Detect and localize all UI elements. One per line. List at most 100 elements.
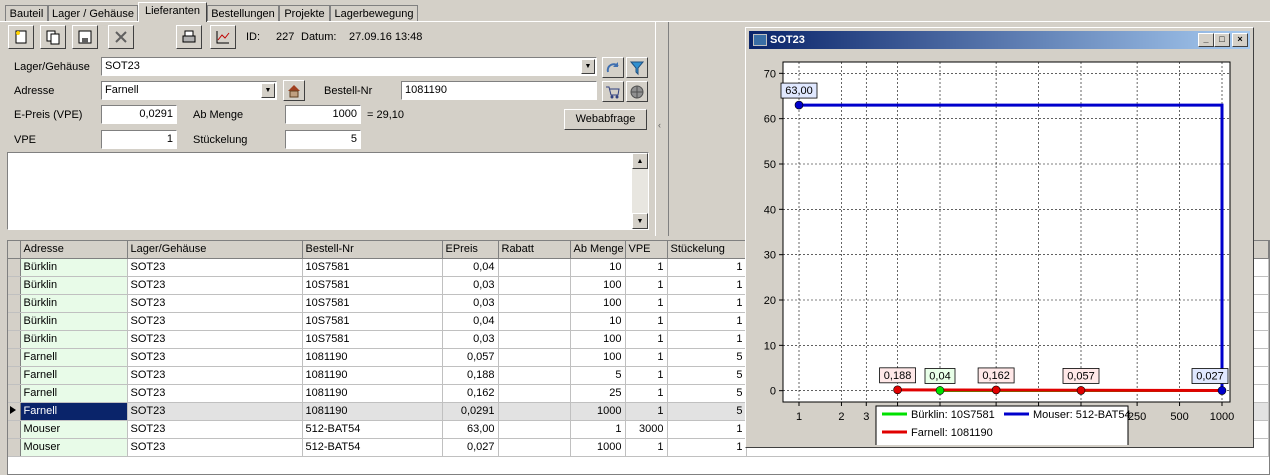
cell-stueckelung[interactable]: 1 xyxy=(667,420,747,439)
cell-epreis[interactable]: 0,027 xyxy=(442,438,499,457)
cell-vpe[interactable]: 1 xyxy=(625,276,668,295)
column-header-vpe[interactable]: VPE xyxy=(625,241,668,259)
lager-combobox[interactable]: SOT23 ▼ xyxy=(101,57,597,76)
cell-stueckelung[interactable]: 1 xyxy=(667,258,747,277)
cell-rabatt[interactable] xyxy=(498,348,571,367)
cell-stueckelung[interactable]: 5 xyxy=(667,348,747,367)
cell-abmenge[interactable]: 5 xyxy=(570,366,626,385)
cell-adresse[interactable]: Mouser xyxy=(20,420,128,439)
cell-vpe[interactable]: 1 xyxy=(625,402,668,421)
cell-rabatt[interactable] xyxy=(498,402,571,421)
row-indicator[interactable] xyxy=(8,330,21,349)
cell-bestellnr[interactable]: 1081190 xyxy=(302,366,443,385)
cell-adresse[interactable]: Farnell xyxy=(20,366,128,385)
cell-stueckelung[interactable]: 1 xyxy=(667,330,747,349)
cell-vpe[interactable]: 1 xyxy=(625,384,668,403)
cell-bestellnr[interactable]: 512-BAT54 xyxy=(302,420,443,439)
cell-lager[interactable]: SOT23 xyxy=(127,420,303,439)
cell-lager[interactable]: SOT23 xyxy=(127,330,303,349)
cell-lager[interactable]: SOT23 xyxy=(127,438,303,457)
bestellnr-field[interactable]: 1081190 xyxy=(401,81,597,100)
scroll-down-icon[interactable]: ▼ xyxy=(632,213,648,229)
cell-bestellnr[interactable]: 1081190 xyxy=(302,402,443,421)
cell-lager[interactable]: SOT23 xyxy=(127,294,303,313)
cell-stueckelung[interactable]: 5 xyxy=(667,384,747,403)
vpe-field[interactable]: 1 xyxy=(101,130,177,149)
cell-abmenge[interactable]: 100 xyxy=(570,330,626,349)
cell-adresse[interactable]: Bürklin xyxy=(20,312,128,331)
cell-vpe[interactable]: 1 xyxy=(625,312,668,331)
chevron-down-icon[interactable]: ▼ xyxy=(581,59,595,74)
cell-rabatt[interactable] xyxy=(498,330,571,349)
cell-rabatt[interactable] xyxy=(498,276,571,295)
cell-stueckelung[interactable]: 5 xyxy=(667,402,747,421)
scroll-up-icon[interactable]: ▲ xyxy=(632,153,648,169)
tab-bestellungen[interactable]: Bestellungen xyxy=(207,5,279,21)
row-indicator[interactable] xyxy=(8,312,21,331)
copy-record-button[interactable] xyxy=(40,25,66,49)
cell-lager[interactable]: SOT23 xyxy=(127,384,303,403)
print-button[interactable] xyxy=(176,25,202,49)
column-header-lager[interactable]: Lager/Gehäuse xyxy=(127,241,303,259)
chart-window-titlebar[interactable]: SOT23 _ □ × xyxy=(749,31,1250,49)
cell-adresse[interactable]: Farnell xyxy=(20,348,128,367)
panel-splitter[interactable]: ‹ xyxy=(655,22,669,236)
cell-lager[interactable]: SOT23 xyxy=(127,258,303,277)
cell-epreis[interactable]: 0,057 xyxy=(442,348,499,367)
cell-abmenge[interactable]: 1000 xyxy=(570,438,626,457)
cell-lager[interactable]: SOT23 xyxy=(127,402,303,421)
cell-epreis[interactable]: 0,03 xyxy=(442,330,499,349)
cell-abmenge[interactable]: 10 xyxy=(570,312,626,331)
column-header-rabatt[interactable]: Rabatt xyxy=(498,241,571,259)
cell-rabatt[interactable] xyxy=(498,258,571,277)
cell-epreis[interactable]: 0,03 xyxy=(442,276,499,295)
cell-vpe[interactable]: 3000 xyxy=(625,420,668,439)
close-button[interactable]: × xyxy=(1232,33,1248,47)
cell-epreis[interactable]: 0,04 xyxy=(442,258,499,277)
cell-abmenge[interactable]: 1000 xyxy=(570,402,626,421)
memo-scrollbar[interactable]: ▲ ▼ xyxy=(632,153,648,229)
cell-stueckelung[interactable]: 1 xyxy=(667,312,747,331)
tab-lieferanten[interactable]: Lieferanten xyxy=(138,2,207,22)
cell-rabatt[interactable] xyxy=(498,420,571,439)
cell-abmenge[interactable]: 100 xyxy=(570,276,626,295)
cell-epreis[interactable]: 0,162 xyxy=(442,384,499,403)
cell-bestellnr[interactable]: 1081190 xyxy=(302,384,443,403)
save-record-button[interactable] xyxy=(72,25,98,49)
column-header-abmenge[interactable]: Ab Menge xyxy=(570,241,626,259)
cell-lager[interactable]: SOT23 xyxy=(127,348,303,367)
cell-rabatt[interactable] xyxy=(498,438,571,457)
row-indicator[interactable] xyxy=(8,384,21,403)
cell-abmenge[interactable]: 100 xyxy=(570,294,626,313)
cell-vpe[interactable]: 1 xyxy=(625,294,668,313)
cell-stueckelung[interactable]: 1 xyxy=(667,294,747,313)
cell-adresse[interactable]: Bürklin xyxy=(20,294,128,313)
cell-rabatt[interactable] xyxy=(498,366,571,385)
cell-adresse[interactable]: Farnell xyxy=(20,384,128,403)
cell-adresse[interactable]: Bürklin xyxy=(20,330,128,349)
cell-rabatt[interactable] xyxy=(498,312,571,331)
cell-epreis[interactable]: 0,188 xyxy=(442,366,499,385)
cell-bestellnr[interactable]: 10S7581 xyxy=(302,258,443,277)
cart-button[interactable] xyxy=(602,81,624,102)
cell-adresse[interactable]: Farnell xyxy=(20,402,128,421)
cell-vpe[interactable]: 1 xyxy=(625,330,668,349)
refresh-button[interactable] xyxy=(602,57,624,78)
row-indicator[interactable] xyxy=(8,366,21,385)
cell-vpe[interactable]: 1 xyxy=(625,258,668,277)
chart-window[interactable]: SOT23 _ □ × 0102030405060701235102550100… xyxy=(745,27,1254,448)
cell-lager[interactable]: SOT23 xyxy=(127,366,303,385)
cell-epreis[interactable]: 0,03 xyxy=(442,294,499,313)
cell-bestellnr[interactable]: 512-BAT54 xyxy=(302,438,443,457)
cell-stueckelung[interactable]: 5 xyxy=(667,366,747,385)
column-header-stueckelung[interactable]: Stückelung xyxy=(667,241,747,259)
cell-lager[interactable]: SOT23 xyxy=(127,276,303,295)
cell-bestellnr[interactable]: 10S7581 xyxy=(302,312,443,331)
chart-button[interactable] xyxy=(210,25,236,49)
cell-stueckelung[interactable]: 1 xyxy=(667,438,747,457)
maximize-button[interactable]: □ xyxy=(1214,33,1230,47)
tab-projekte[interactable]: Projekte xyxy=(279,5,330,21)
column-header-adresse[interactable]: Adresse xyxy=(20,241,128,259)
cell-bestellnr[interactable]: 10S7581 xyxy=(302,294,443,313)
cell-rabatt[interactable] xyxy=(498,384,571,403)
